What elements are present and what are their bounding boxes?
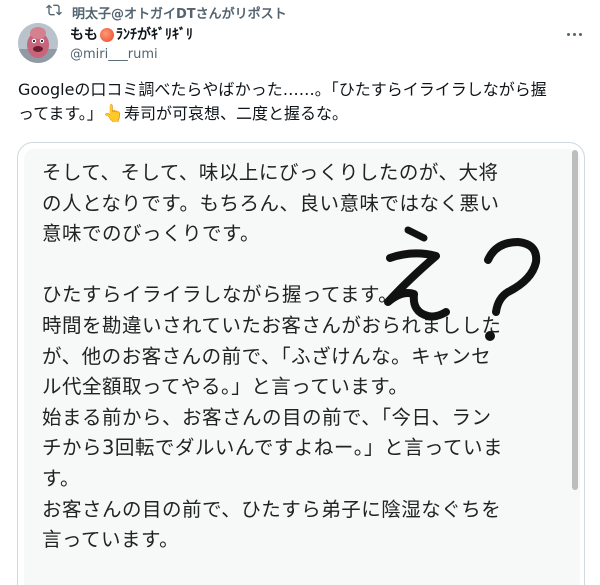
- handwritten-e-question: [384, 226, 541, 341]
- image-scrollbar: [572, 150, 578, 490]
- image-line: 始まる前から、お客さんの目の前で、「今日、ラン: [42, 405, 492, 429]
- repost-text: 明太子@オトガイDTさんがリポスト: [72, 6, 287, 22]
- image-line: チから3回転でダルいんですよねー。」と言っていま: [42, 436, 504, 460]
- tweet-text: Googleの口コミ調べたらやばかった……。「ひたすらイライラしながら握 ってま…: [18, 78, 588, 126]
- repost-indicator[interactable]: 明太子@オトガイDTさんがリポスト: [46, 2, 287, 22]
- image-review-text: そして、そして、味以上にびっくりしたのが、大将 の人となりです。もちろん、良い意…: [42, 158, 562, 556]
- image-line: 言っています。: [42, 528, 180, 552]
- more-dots-icon[interactable]: [562, 25, 586, 43]
- display-name[interactable]: もも ﾗﾝﾁがｷﾞﾘｷﾞﾘ: [70, 24, 193, 44]
- repost-icon: [46, 2, 62, 22]
- peach-icon: [100, 28, 114, 42]
- image-line: お客さんの目の前で、ひたすら弟子に陰湿なぐちを: [42, 497, 502, 521]
- avatar[interactable]: [18, 23, 58, 63]
- image-line: ル代全額取ってやる。」と言っています。: [42, 375, 409, 399]
- author-block[interactable]: もも ﾗﾝﾁがｷﾞﾘｷﾞﾘ @miri___rumi: [70, 24, 193, 62]
- image-line: の人となりです。もちろん、良い意味ではなく悪い: [42, 191, 500, 215]
- tweet-line-1: Googleの口コミ調べたらやばかった……。「ひたすらイライラしながら握: [18, 80, 547, 99]
- image-line: そして、そして、味以上にびっくりしたのが、大将: [42, 161, 499, 184]
- author-handle[interactable]: @miri___rumi: [70, 47, 193, 62]
- tweet-line-2: ってます。」👆寿司が可哀想、二度と握るな。: [18, 104, 348, 124]
- pointing-up-icon: 👆: [102, 104, 124, 124]
- image-line: す。: [42, 466, 81, 490]
